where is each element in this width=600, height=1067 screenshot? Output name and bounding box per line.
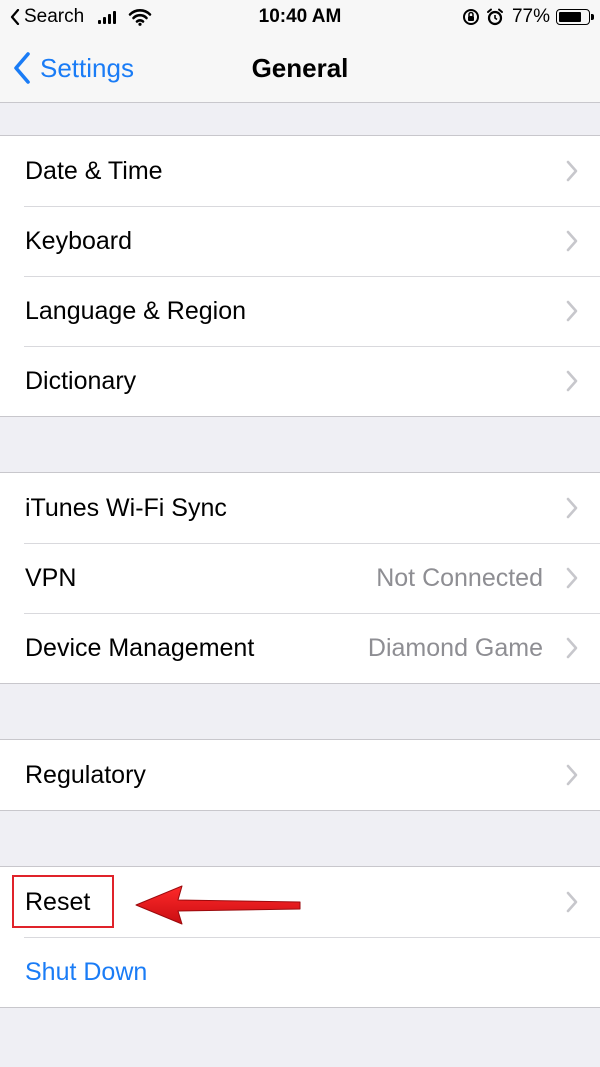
- chevron-right-icon: [566, 300, 578, 322]
- status-right: 77%: [456, 6, 594, 28]
- keyboard-row[interactable]: Keyboard: [0, 206, 600, 276]
- battery-icon: [556, 9, 594, 25]
- dictionary-row[interactable]: Dictionary: [0, 346, 600, 416]
- settings-group-3: Regulatory: [0, 739, 600, 811]
- chevron-right-icon: [566, 497, 578, 519]
- row-label: Keyboard: [25, 226, 133, 255]
- page-title: General: [251, 53, 349, 83]
- itunes-wifi-sync-row[interactable]: iTunes Wi-Fi Sync: [0, 473, 600, 543]
- shut-down-row[interactable]: Shut Down: [0, 937, 600, 1007]
- status-bar: Search 10:40 AM 77%: [0, 0, 600, 34]
- row-label: Regulatory: [25, 760, 146, 789]
- language-region-row[interactable]: Language & Region: [0, 276, 600, 346]
- chevron-right-icon: [566, 370, 578, 392]
- battery-level: [559, 12, 581, 22]
- settings-group-2: iTunes Wi-Fi Sync VPN Not Connected Devi…: [0, 472, 600, 684]
- row-label: iTunes Wi-Fi Sync: [25, 493, 227, 522]
- device-management-value: Diamond Game: [367, 633, 543, 662]
- vpn-row[interactable]: VPN Not Connected: [0, 543, 600, 613]
- battery-percent: 77%: [511, 6, 550, 27]
- navigation-bar: Settings General: [0, 34, 600, 103]
- annotation-highlight-box: [12, 875, 114, 928]
- row-label: Language & Region: [25, 296, 247, 325]
- row-label: Device Management: [25, 633, 255, 662]
- shut-down-label: Shut Down: [25, 957, 148, 986]
- rotation-lock-icon: [462, 9, 479, 25]
- chevron-right-icon: [566, 764, 578, 786]
- chevron-right-icon: [566, 230, 578, 252]
- regulatory-row[interactable]: Regulatory: [0, 740, 600, 810]
- date-time-row[interactable]: Date & Time: [0, 136, 600, 206]
- row-label: Date & Time: [25, 156, 163, 185]
- annotation-arrow-icon: [135, 885, 301, 925]
- settings-group-1: Date & Time Keyboard Language & Region D…: [0, 135, 600, 417]
- device-management-row[interactable]: Device Management Diamond Game: [0, 613, 600, 683]
- chevron-right-icon: [566, 637, 578, 659]
- row-label: Dictionary: [25, 366, 137, 395]
- vpn-status-value: Not Connected: [376, 563, 543, 592]
- chevron-right-icon: [566, 160, 578, 182]
- row-label: VPN: [25, 563, 77, 592]
- chevron-right-icon: [566, 567, 578, 589]
- alarm-icon: [486, 8, 503, 26]
- chevron-right-icon: [566, 891, 578, 913]
